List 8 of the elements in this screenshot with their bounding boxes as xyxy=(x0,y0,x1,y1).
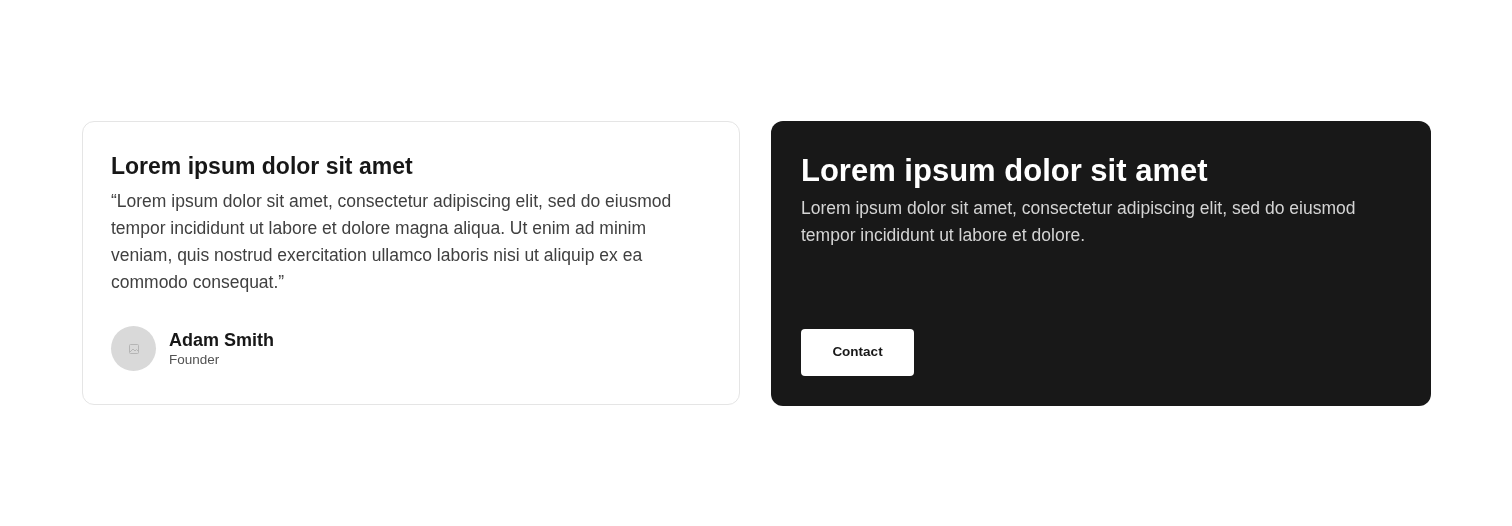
image-icon xyxy=(128,343,139,354)
author-name: Adam Smith xyxy=(169,328,274,351)
contact-button[interactable]: Contact xyxy=(801,329,914,376)
card-title: Lorem ipsum dolor sit amet xyxy=(801,152,1209,190)
quote-text: “Lorem ipsum dolor sit amet, consectetur adipiscing elit, sed do eiusmod tempor incididunt ut labore et dolore magna aliqua. Ut enim ad minim veniam, quis nostrud exercitation ullamco laboris nisi ut aliquip ex ea commodo consequat.” xyxy=(111,190,673,294)
card-title: Lorem ipsum dolor sit amet xyxy=(111,152,414,181)
author-role: Founder xyxy=(169,350,221,369)
cta-text: Lorem ipsum dolor sit amet, consectetur adipiscing elit, sed do eiusmod tempor incididunt ut labore et dolore. xyxy=(801,197,1357,247)
